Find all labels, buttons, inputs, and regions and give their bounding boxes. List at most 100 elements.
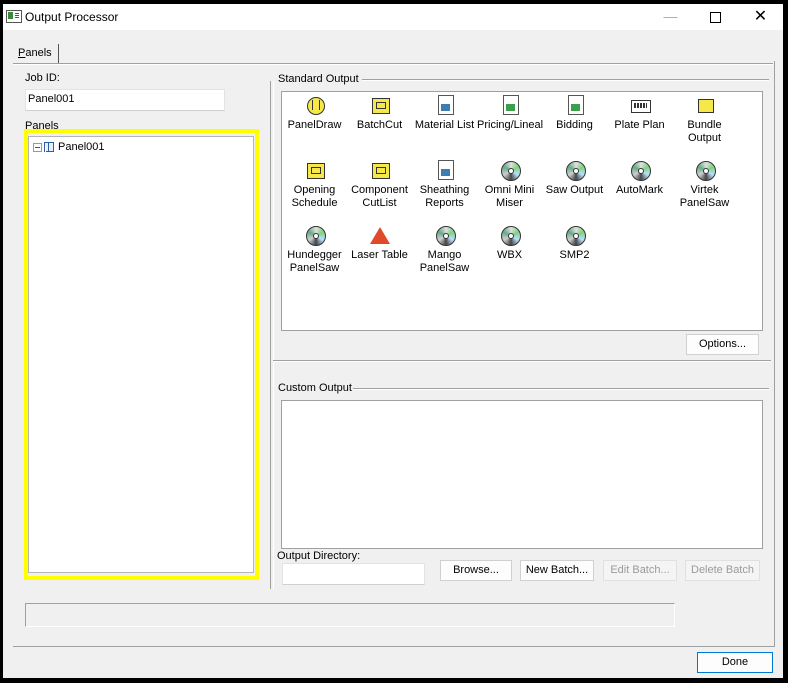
tile-label-line2: Reports [425,197,464,209]
output-tile-paneldraw[interactable]: PanelDraw [282,95,347,132]
laser-icon [369,225,390,245]
tab-frame-bottom [13,646,775,647]
tile-label: Saw Output [545,184,604,196]
custom-output-list[interactable] [281,400,763,549]
window-title: Output Processor [25,10,119,24]
report-doc-icon [435,95,455,115]
tile-label-line2: PanelSaw [289,262,340,274]
report-doc-icon-shape [437,95,454,115]
output-tile-batchcut[interactable]: BatchCut [347,95,412,132]
tile-label: Laser Table [351,249,408,261]
disc-icon [565,160,586,181]
tile-label: Omni Mini [484,184,535,196]
disc-icon-shape [565,161,586,181]
tile-label: Sheathing [419,184,470,196]
report-doc-icon [435,160,455,180]
output-tile-virtek[interactable]: Virtek PanelSaw [672,160,737,210]
maximize-icon [710,11,721,23]
tab-panels-label: Panels [18,47,52,59]
tile-label-line2: PanelSaw [679,197,730,209]
tile-label: Pricing/Lineal [477,119,544,131]
output-directory-field[interactable] [282,563,425,585]
edit-batch-button[interactable]: Edit Batch... [603,560,677,581]
disc-icon [695,160,716,181]
output-tile-saw-output[interactable]: Saw Output [542,160,607,197]
round-yellow-icon [305,95,325,115]
standard-output-list[interactable]: PanelDraw BatchCut Material List Pricing/Li… [281,91,763,331]
tile-label-line2: CutList [362,197,397,209]
tab-frame-right [774,61,775,647]
disc-icon-shape [435,226,456,246]
yellow-tray-icon [305,160,325,180]
tile-label-line2: PanelSaw [419,262,470,274]
output-tile-laser-table[interactable]: Laser Table [347,225,412,262]
disc-icon [500,160,521,181]
browse-button[interactable]: Browse... [440,560,512,581]
output-tile-bidding[interactable]: Bidding [542,95,607,132]
custom-output-label: Custom Output [278,382,352,394]
tile-label: WBX [496,249,523,261]
report-doc-green-icon [500,95,520,115]
tile-label: Bidding [556,119,593,131]
standard-output-rule [362,79,769,80]
tile-label: Opening [293,184,336,196]
output-tile-bundle[interactable]: Bundle Output [672,95,737,145]
close-button[interactable]: ✕ [738,4,783,30]
output-tile-smp2[interactable]: SMP2 [542,225,607,262]
disc-icon [435,225,456,246]
tab-panels[interactable]: Panels [13,44,59,64]
collapse-icon[interactable] [33,143,42,152]
vertical-splitter[interactable] [270,81,274,589]
yellow-tray-icon-shape [371,98,390,114]
tile-label: Component [351,184,408,196]
output-tile-component[interactable]: Component CutList [347,160,412,210]
disc-icon [500,225,521,246]
output-tile-wbx[interactable]: WBX [477,225,542,262]
tile-label-line2: Output [687,132,722,144]
output-tile-sheathing[interactable]: Sheathing Reports [412,160,477,210]
disc-icon-shape [565,226,586,246]
plate-icon [630,95,651,115]
output-tile-material-list[interactable]: Material List [412,95,477,132]
output-directory-label: Output Directory: [277,550,361,562]
output-tile-mango[interactable]: Mango PanelSaw [412,225,477,275]
tab-divider [13,64,773,65]
disc-icon-shape [500,161,521,181]
maximize-button[interactable] [693,4,738,30]
tile-label: Material List [414,119,475,131]
job-id-value: Panel001 [28,93,75,105]
output-tile-automark[interactable]: AutoMark [607,160,672,197]
tile-label: Virtek [690,184,719,196]
tile-label: SMP2 [559,249,590,261]
panels-tree[interactable]: Panel001 [28,136,254,573]
report-doc-green-icon [565,95,585,115]
yellow-tray-icon [370,160,390,180]
yellow-tray-icon-shape [306,163,325,179]
laser-icon-shape [369,227,390,244]
output-tile-plate-plan[interactable]: Plate Plan [607,95,672,132]
output-tile-omni-mini[interactable]: Omni Mini Miser [477,160,542,210]
bundle-icon [695,95,715,115]
tile-label: AutoMark [615,184,664,196]
new-batch-button[interactable]: New Batch... [520,560,594,581]
output-tile-hundegger[interactable]: Hundegger PanelSaw [282,225,347,275]
yellow-tray-icon-shape [371,163,390,179]
disc-icon-shape [630,161,651,181]
standard-output-label: Standard Output [278,73,359,85]
output-tile-opening[interactable]: Opening Schedule [282,160,347,210]
options-button[interactable]: Options... [686,334,759,355]
done-button[interactable]: Done [697,652,773,673]
panels-label: Panels [25,120,59,132]
delete-batch-button[interactable]: Delete Batch [685,560,760,581]
tile-label: BatchCut [356,119,403,131]
app-icon [6,10,22,23]
tree-item-label: Panel001 [58,141,105,153]
job-id-field[interactable]: Panel001 [25,89,225,111]
custom-output-rule [353,388,769,389]
minimize-button[interactable]: — [648,4,693,30]
section-splitter [273,360,771,361]
output-tile-pricing-lineal[interactable]: Pricing/Lineal [477,95,544,132]
disc-icon-shape [500,226,521,246]
report-doc-green-icon-shape [502,95,519,115]
plate-icon-shape [630,100,651,113]
